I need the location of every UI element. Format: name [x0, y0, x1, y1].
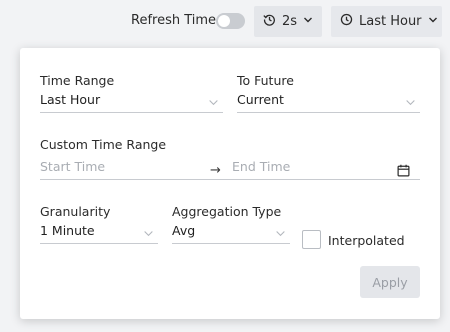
chevron-down-icon: [275, 227, 286, 242]
chevron-down-icon: [208, 96, 219, 111]
granularity-label: Granularity: [40, 204, 111, 219]
time-range-dropdown[interactable]: Last Hour: [331, 6, 442, 37]
clock-icon: [340, 13, 353, 30]
chevron-down-icon: [405, 96, 416, 111]
refresh-time-toggle[interactable]: [216, 13, 245, 29]
to-future-label: To Future: [237, 73, 294, 88]
toolbar: Refresh Time 2s Last Hour: [0, 0, 450, 44]
to-future-select[interactable]: Current: [237, 91, 420, 113]
aggregation-type-select[interactable]: Avg: [172, 222, 290, 244]
time-settings-panel: Time Range Last Hour To Future Current C…: [20, 48, 440, 319]
start-time-input[interactable]: Start Time: [40, 158, 205, 180]
chevron-down-icon: [143, 227, 154, 242]
aggregation-type-select-value: Avg: [172, 223, 196, 238]
calendar-icon[interactable]: [397, 162, 410, 181]
start-time-placeholder: Start Time: [40, 159, 106, 174]
interpolated-label: Interpolated: [328, 233, 405, 248]
refresh-interval-dropdown[interactable]: 2s: [254, 6, 322, 37]
time-range-select[interactable]: Last Hour: [40, 91, 223, 113]
custom-time-range-label: Custom Time Range: [40, 137, 167, 152]
history-icon: [263, 13, 276, 30]
end-time-placeholder: End Time: [232, 159, 291, 174]
toggle-knob: [218, 15, 230, 27]
interpolated-checkbox[interactable]: [302, 230, 321, 249]
time-range-select-value: Last Hour: [40, 92, 101, 107]
end-time-input[interactable]: End Time: [205, 158, 420, 180]
granularity-select-value: 1 Minute: [40, 223, 95, 238]
chevron-down-icon: [303, 14, 313, 29]
time-range-value: Last Hour: [359, 14, 422, 29]
aggregation-type-label: Aggregation Type: [172, 204, 282, 219]
refresh-time-label: Refresh Time: [131, 13, 217, 28]
time-range-label: Time Range: [40, 73, 115, 88]
granularity-select[interactable]: 1 Minute: [40, 222, 158, 244]
refresh-interval-value: 2s: [282, 14, 298, 29]
apply-button[interactable]: Apply: [360, 266, 420, 298]
to-future-select-value: Current: [237, 92, 284, 107]
chevron-down-icon: [428, 14, 438, 29]
